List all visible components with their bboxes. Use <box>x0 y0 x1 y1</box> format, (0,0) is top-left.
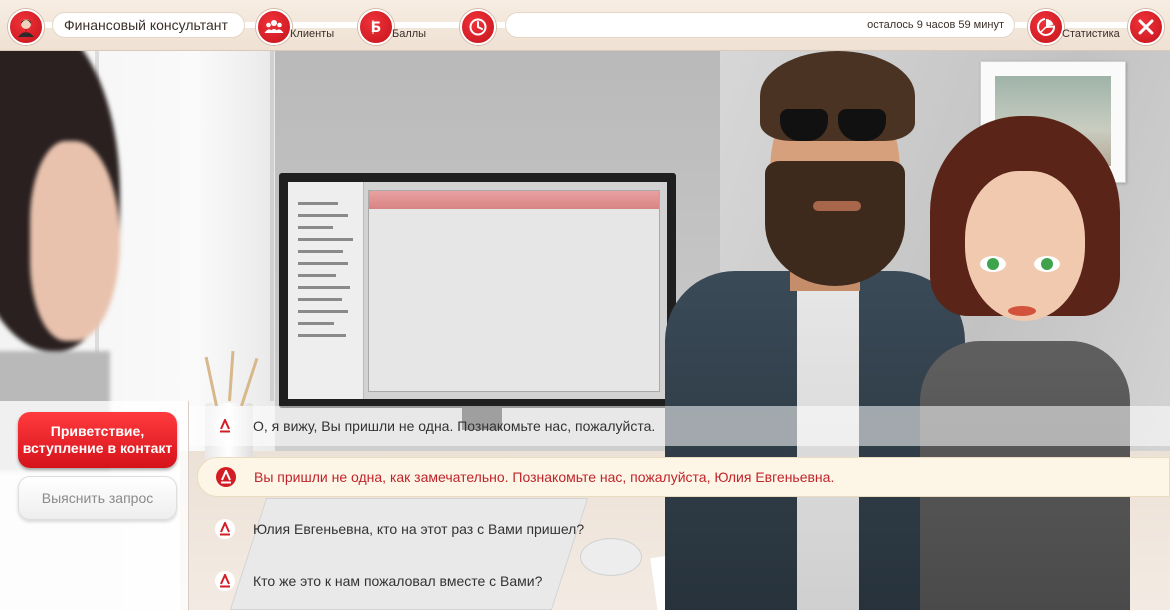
answer-text: Вы пришли не одна, как замечательно. Поз… <box>254 469 835 485</box>
alfa-logo-icon <box>215 416 235 436</box>
stage-panel: Приветствие, вступление в контакт Выясни… <box>0 401 189 610</box>
svg-text:Б: Б <box>371 20 382 36</box>
answer-option-selected[interactable]: Вы пришли не одна, как замечательно. Поз… <box>197 457 1170 497</box>
top-bar: Финансовый консультант Клиенты Б Баллы о… <box>0 0 1170 51</box>
close-icon[interactable] <box>1128 9 1164 45</box>
alfa-logo-icon <box>216 467 236 487</box>
sunglasses <box>780 109 890 143</box>
consultant-avatar-icon[interactable] <box>8 9 44 45</box>
clients-label[interactable]: Клиенты <box>290 28 334 40</box>
statistics-label[interactable]: Статистика <box>1062 28 1120 40</box>
alfa-logo-icon <box>215 519 235 539</box>
answer-option[interactable]: Кто же это к нам пожаловал вместе с Вами… <box>189 561 1170 601</box>
stage-greeting-button[interactable]: Приветствие, вступление в контакт <box>18 412 177 468</box>
stage-clarify-request-button[interactable]: Выяснить запрос <box>18 476 177 520</box>
clients-icon[interactable] <box>256 9 292 45</box>
role-title: Финансовый консультант <box>52 12 245 38</box>
computer-monitor <box>279 173 676 408</box>
answer-options: О, я вижу, Вы пришли не одна. Познакомьт… <box>189 401 1170 610</box>
points-label[interactable]: Баллы <box>392 28 426 40</box>
answer-option[interactable]: Юлия Евгеньевна, кто на этот раз с Вами … <box>189 509 1170 549</box>
timer-icon <box>460 9 496 45</box>
statistics-icon[interactable] <box>1028 9 1064 45</box>
answer-option[interactable]: О, я вижу, Вы пришли не одна. Познакомьт… <box>189 406 1170 446</box>
points-icon[interactable]: Б <box>358 9 394 45</box>
consultant-foreground <box>0 51 125 471</box>
answer-text: Юлия Евгеньевна, кто на этот раз с Вами … <box>253 521 585 537</box>
alfa-logo-icon <box>215 571 235 591</box>
answer-text: Кто же это к нам пожаловал вместе с Вами… <box>253 573 543 589</box>
time-remaining: осталось 9 часов 59 минут <box>505 12 1015 38</box>
answer-text: О, я вижу, Вы пришли не одна. Познакомьт… <box>253 418 656 434</box>
